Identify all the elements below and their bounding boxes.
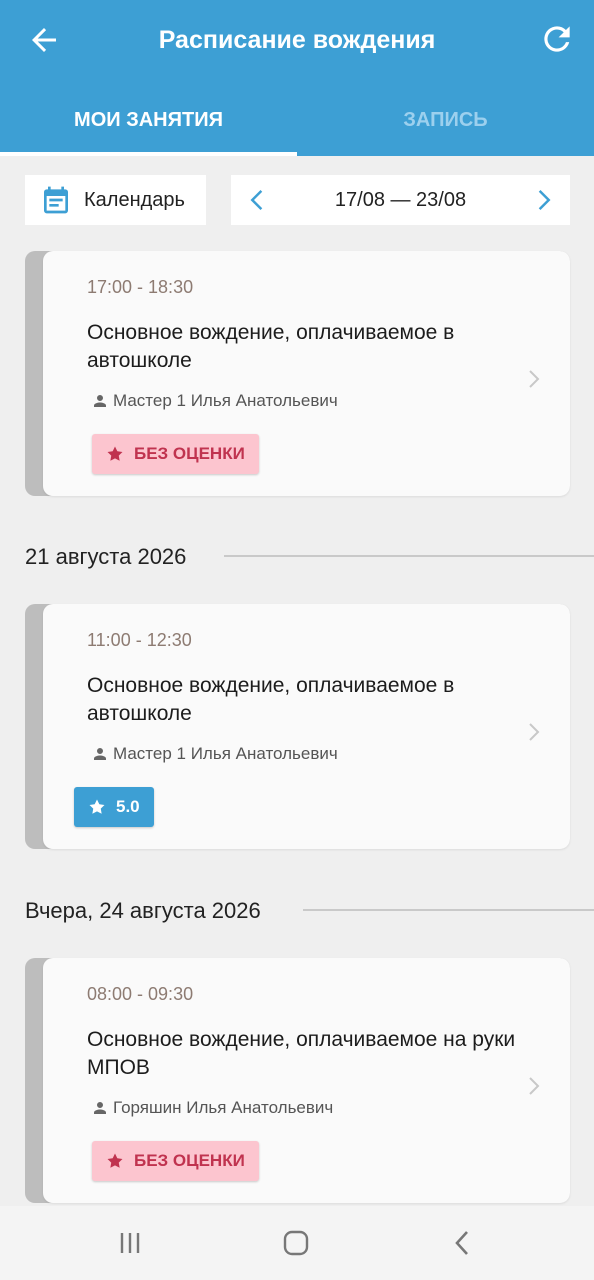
system-back-icon[interactable] <box>446 1226 480 1260</box>
chevron-right-icon[interactable] <box>528 185 558 215</box>
star-icon <box>107 1153 123 1168</box>
rating-badge: БЕЗ ОЦЕНКИ <box>92 434 259 474</box>
person-icon <box>94 748 106 760</box>
date-divider <box>224 555 594 557</box>
app-bar: Расписание вождения Мои занятия Запись <box>0 0 594 156</box>
lesson-time: 08:00 - 09:30 <box>87 984 194 1004</box>
instructor: Мастер 1 Илья Анатольевич <box>91 390 338 412</box>
lesson-card[interactable]: 08:00 - 09:30 Основное вождение, оплачив… <box>25 958 570 1203</box>
date-header: Вчера, 24 августа 2026 <box>25 898 261 923</box>
page-title: Расписание вождения <box>158 26 436 54</box>
recent-apps-icon[interactable] <box>113 1226 147 1260</box>
rating-badge: БЕЗ ОЦЕНКИ <box>92 1141 259 1181</box>
refresh-icon[interactable] <box>538 20 576 58</box>
date-divider <box>303 909 594 911</box>
rating-text: БЕЗ ОЦЕНКИ <box>134 444 245 463</box>
rating-text: 5.0 <box>116 797 140 816</box>
instructor: Мастер 1 Илья Анатольевич <box>91 743 338 765</box>
tab-my-lessons[interactable]: Мои занятия <box>0 100 297 140</box>
lesson-card[interactable]: 17:00 - 18:30 Основное вождение, оплачив… <box>25 251 570 496</box>
person-icon <box>94 1102 106 1114</box>
calendar-icon <box>44 186 68 214</box>
week-range: 17/08 — 23/08 <box>334 189 467 211</box>
lesson-title: Основное вождение, оплачиваемое на руки … <box>87 1028 516 1079</box>
lesson-title: Основное вождение, оплачиваемое в автошк… <box>87 674 455 725</box>
star-icon <box>107 446 123 461</box>
rating-text: БЕЗ ОЦЕНКИ <box>134 1151 245 1170</box>
chevron-right-icon <box>529 370 540 388</box>
calendar-button[interactable]: Календарь <box>25 175 206 225</box>
calendar-label: Календарь <box>84 189 185 211</box>
instructor-name: Горяшин Илья Анатольевич <box>113 1098 334 1117</box>
instructor: Горяшин Илья Анатольевич <box>91 1097 333 1119</box>
instructor-name: Мастер 1 Илья Анатольевич <box>113 391 338 410</box>
person-icon <box>94 395 106 407</box>
chevron-right-icon <box>529 723 540 741</box>
rating-badge: 5.0 <box>74 787 154 827</box>
date-header: 21 августа 2026 <box>25 544 187 569</box>
active-tab-indicator <box>0 152 297 156</box>
tab-booking[interactable]: Запись <box>297 100 594 140</box>
week-selector: 17/08 — 23/08 <box>231 175 570 225</box>
instructor-name: Мастер 1 Илья Анатольевич <box>113 744 338 763</box>
home-icon[interactable] <box>279 1226 313 1260</box>
lesson-time: 17:00 - 18:30 <box>87 277 194 297</box>
lesson-title: Основное вождение, оплачиваемое в автошк… <box>87 321 455 372</box>
chevron-right-icon <box>529 1077 540 1095</box>
lesson-time: 11:00 - 12:30 <box>87 630 192 650</box>
lesson-card[interactable]: 11:00 - 12:30 Основное вождение, оплачив… <box>25 604 570 849</box>
star-icon <box>89 799 105 814</box>
system-nav-bar <box>0 1206 594 1280</box>
